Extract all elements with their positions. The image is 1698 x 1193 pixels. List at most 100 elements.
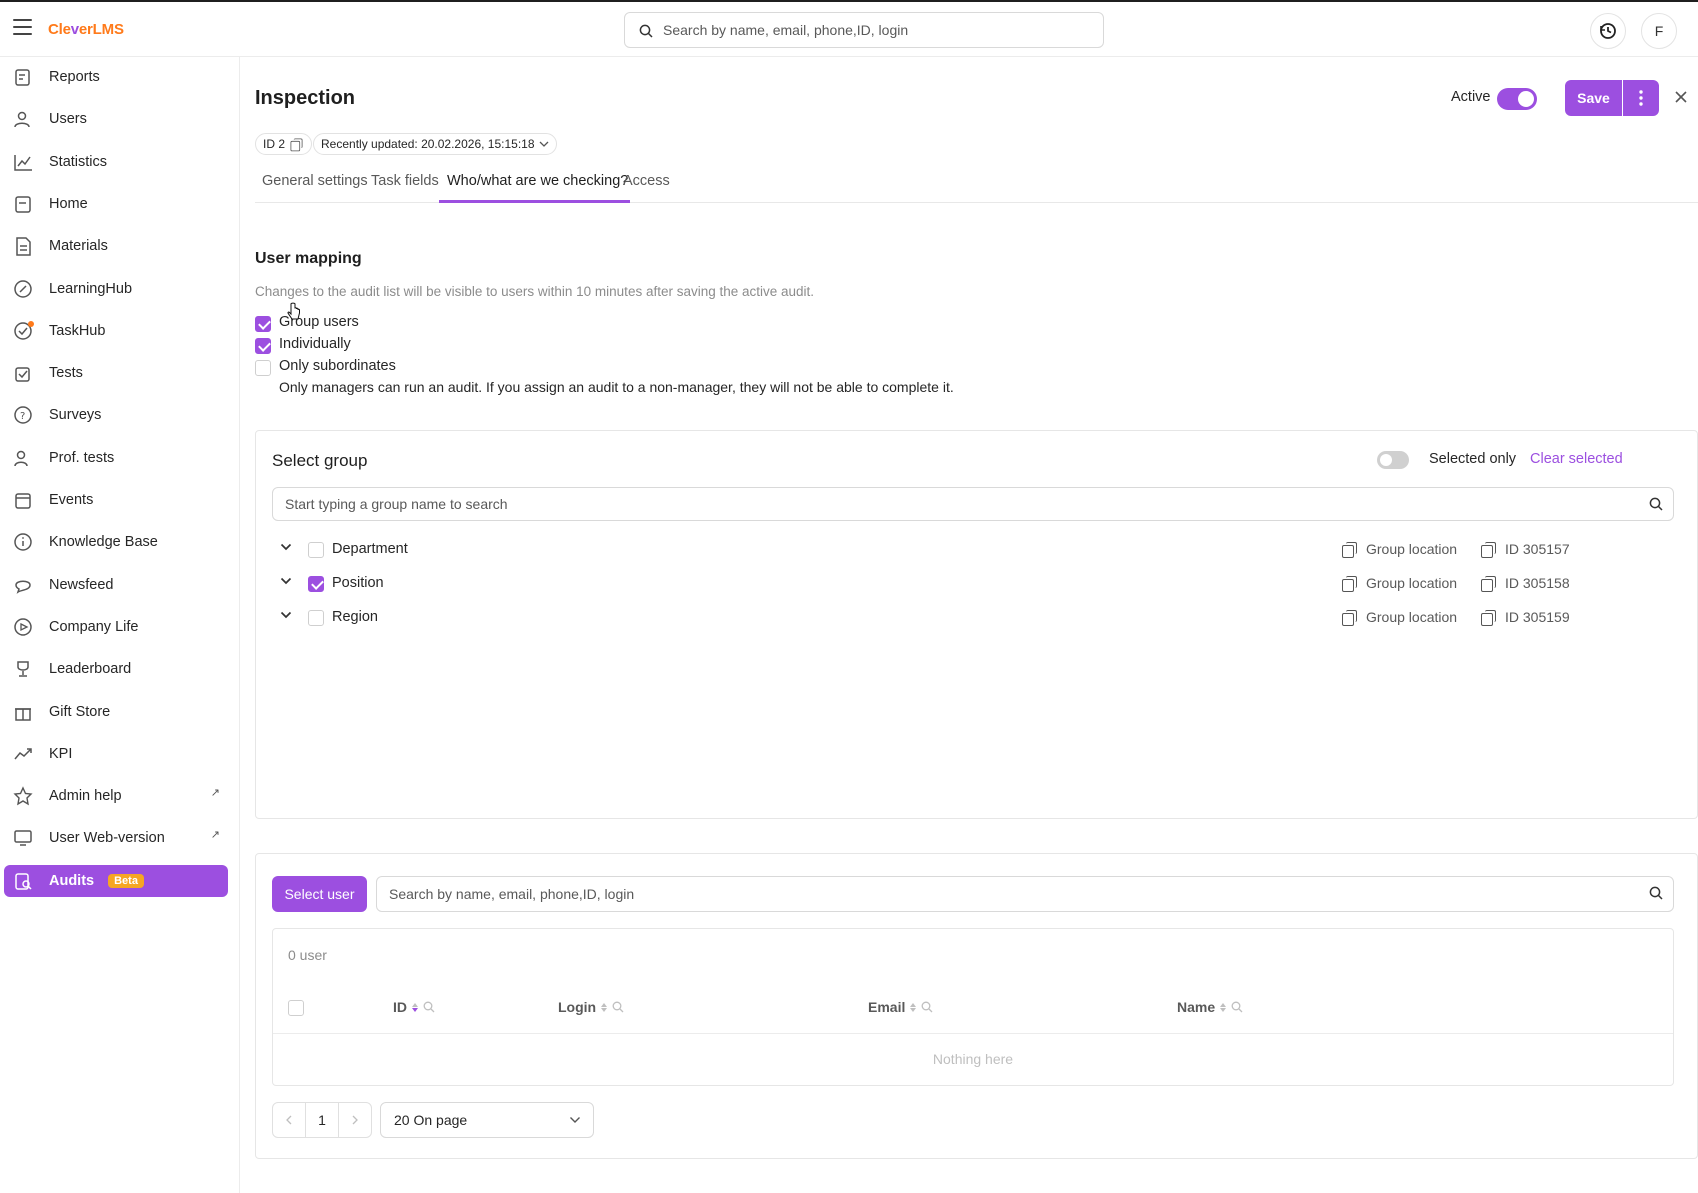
sort-icon[interactable]: [412, 1002, 418, 1012]
tab-access[interactable]: Access: [623, 173, 670, 203]
copy-icon: [1481, 609, 1496, 626]
pagination: 1: [272, 1102, 372, 1138]
copy-icon: [1342, 609, 1357, 626]
sort-icon[interactable]: [601, 1002, 608, 1012]
chevron-down-icon[interactable]: [280, 543, 292, 551]
tests-icon: [12, 362, 34, 384]
page-number[interactable]: 1: [305, 1102, 339, 1138]
group-checkbox[interactable]: [308, 576, 324, 592]
sidebar-item-admin-help[interactable]: Admin help ↗: [4, 780, 228, 812]
tab-general-settings[interactable]: General settings: [262, 173, 368, 203]
group-checkbox[interactable]: [308, 610, 324, 626]
sidebar-item-tests[interactable]: Tests: [4, 357, 228, 389]
sidebar-item-label: Gift Store: [49, 703, 111, 720]
group-users-checkbox[interactable]: [255, 316, 271, 332]
only-subordinates-label[interactable]: Only subordinates: [279, 358, 396, 374]
group-checkbox[interactable]: [308, 542, 324, 558]
select-all-checkbox[interactable]: [288, 1000, 304, 1016]
history-button[interactable]: [1590, 13, 1626, 49]
group-location[interactable]: Group location: [1342, 575, 1457, 592]
prev-page-button[interactable]: [272, 1102, 306, 1138]
column-login[interactable]: Login: [558, 999, 624, 1015]
knowledge-base-icon: [12, 531, 34, 553]
global-search-input[interactable]: [663, 13, 1093, 47]
sidebar-item-kpi[interactable]: KPI: [4, 738, 228, 770]
filter-search-icon[interactable]: [423, 1001, 435, 1013]
updated-dropdown[interactable]: Recently updated: 20.02.2026, 15:15:18: [313, 133, 557, 155]
sidebar-item-reports[interactable]: Reports: [4, 61, 228, 93]
global-search[interactable]: [624, 12, 1104, 48]
sort-icon[interactable]: [1220, 1002, 1227, 1012]
filter-search-icon[interactable]: [612, 1001, 624, 1013]
sidebar-item-company-life[interactable]: Company Life: [4, 611, 228, 643]
avatar[interactable]: F: [1641, 13, 1677, 49]
group-name[interactable]: Position: [332, 575, 384, 591]
group-search-input[interactable]: [285, 488, 1625, 520]
tab-task-fields[interactable]: Task fields: [371, 173, 439, 203]
sidebar-item-surveys[interactable]: ? Surveys: [4, 399, 228, 431]
web-version-icon: [12, 827, 34, 849]
sidebar-item-learninghub[interactable]: LearningHub: [4, 273, 228, 305]
tab-who-what-checking[interactable]: Who/what are we checking?: [447, 173, 628, 203]
sidebar-item-users[interactable]: Users: [4, 103, 228, 135]
search-icon[interactable]: [1649, 497, 1663, 511]
group-id[interactable]: ID 305158: [1481, 575, 1570, 592]
sort-icon[interactable]: [910, 1002, 917, 1012]
chevron-down-icon[interactable]: [280, 611, 292, 619]
only-subordinates-checkbox[interactable]: [255, 360, 271, 376]
copy-icon[interactable]: [290, 138, 303, 151]
materials-icon: [12, 235, 34, 257]
sidebar-item-audits[interactable]: Audits Beta: [4, 864, 228, 897]
sidebar-item-materials[interactable]: Materials: [4, 230, 228, 262]
more-vertical-icon: [1639, 90, 1643, 106]
group-name[interactable]: Department: [332, 541, 408, 557]
sidebar-item-prof-tests[interactable]: Prof. tests: [4, 442, 228, 474]
more-actions-button[interactable]: [1623, 80, 1659, 116]
sidebar-item-events[interactable]: Events: [4, 484, 228, 516]
sidebar-item-label: Newsfeed: [49, 576, 114, 593]
active-label: Active: [1451, 89, 1491, 105]
individually-label[interactable]: Individually: [279, 336, 351, 352]
sidebar-item-taskhub[interactable]: TaskHub: [4, 315, 228, 347]
individually-checkbox[interactable]: [255, 338, 271, 354]
filter-search-icon[interactable]: [1231, 1001, 1243, 1013]
app-logo[interactable]: CleverLMS: [48, 21, 124, 38]
active-toggle[interactable]: [1497, 88, 1537, 110]
group-location[interactable]: Group location: [1342, 609, 1457, 626]
user-mapping-title: User mapping: [255, 250, 362, 267]
sidebar-item-statistics[interactable]: Statistics: [4, 146, 228, 178]
search-icon[interactable]: [1649, 886, 1663, 900]
sidebar-item-leaderboard[interactable]: Leaderboard: [4, 653, 228, 685]
selected-only-toggle[interactable]: [1377, 451, 1409, 469]
select-user-button[interactable]: Select user: [272, 876, 367, 912]
user-search-input[interactable]: [389, 877, 1629, 911]
per-page-select[interactable]: 20 On page: [380, 1102, 594, 1138]
svg-text:?: ?: [20, 411, 25, 422]
column-name[interactable]: Name: [1177, 999, 1243, 1015]
group-id[interactable]: ID 305159: [1481, 609, 1570, 626]
next-page-button[interactable]: [338, 1102, 372, 1138]
sidebar-item-home[interactable]: Home: [4, 188, 228, 220]
chevron-right-icon: [352, 1115, 358, 1125]
group-name[interactable]: Region: [332, 609, 378, 625]
group-id[interactable]: ID 305157: [1481, 541, 1570, 558]
column-id[interactable]: ID: [393, 999, 435, 1015]
sidebar-item-label: TaskHub: [49, 322, 106, 339]
save-button[interactable]: Save: [1565, 80, 1622, 116]
menu-icon[interactable]: [13, 19, 32, 35]
clear-selected-link[interactable]: Clear selected: [1530, 451, 1623, 467]
column-email[interactable]: Email: [868, 999, 933, 1015]
users-icon: [12, 108, 34, 130]
filter-search-icon[interactable]: [921, 1001, 933, 1013]
close-button[interactable]: [1671, 87, 1691, 107]
sidebar-item-user-web-version[interactable]: User Web-version ↗: [4, 822, 228, 854]
user-search[interactable]: [376, 876, 1674, 912]
sidebar-item-knowledge-base[interactable]: Knowledge Base: [4, 526, 228, 558]
sidebar-item-newsfeed[interactable]: Newsfeed: [4, 569, 228, 601]
group-search[interactable]: [272, 487, 1674, 521]
id-pill[interactable]: ID 2: [255, 133, 313, 155]
chevron-down-icon[interactable]: [280, 577, 292, 585]
subordinates-note: Only managers can run an audit. If you a…: [279, 379, 954, 395]
group-location[interactable]: Group location: [1342, 541, 1457, 558]
sidebar-item-gift-store[interactable]: Gift Store: [4, 696, 228, 728]
